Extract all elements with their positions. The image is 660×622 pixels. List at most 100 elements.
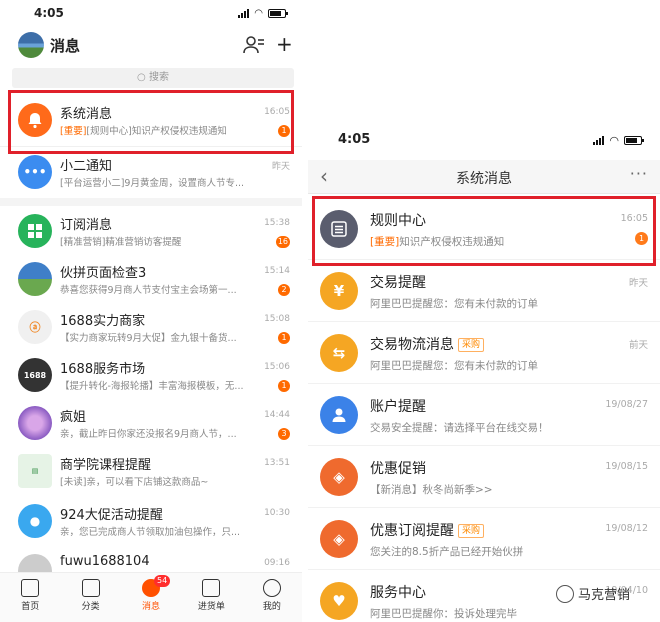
wifi-icon: ◠ bbox=[254, 8, 263, 19]
tab-messages[interactable]: 54 消息 bbox=[121, 573, 181, 622]
conversation-name: 小二通知 bbox=[60, 159, 113, 174]
conversation-time: 15:14 bbox=[264, 266, 290, 276]
profile-icon bbox=[262, 579, 281, 597]
conversation-preview: [精准营销]精准营销访客提醒 bbox=[60, 237, 182, 248]
row-preview: 您关注的8.5折产品已经开始伙拼 bbox=[370, 546, 524, 558]
conversation-row-service-market[interactable]: 1688 1688服务市场 【提升转化-海报轮播】丰富海报模板，无... 15:… bbox=[0, 350, 302, 402]
tab-profile[interactable]: 我的 bbox=[242, 573, 302, 622]
conversation-preview: 恭喜您获得9月商人节支付宝主会场第一... bbox=[60, 285, 237, 296]
row-time: 19/08/12 bbox=[605, 523, 648, 534]
conversation-time: 15:08 bbox=[264, 314, 290, 324]
grid-icon bbox=[18, 214, 52, 248]
conversation-preview: 亲，您已完成商人节领取加油包操作，只... bbox=[60, 527, 241, 538]
course-logo: ▤ bbox=[18, 454, 52, 488]
bottom-tab-bar: 首页 分类 54 消息 进货单 我的 bbox=[0, 572, 302, 622]
landscape-avatar bbox=[18, 262, 52, 296]
conversation-row-xiaoer[interactable]: ••• 小二通知 [平台运营小二]9月黄金周，设置商人节专... 昨天 bbox=[0, 147, 302, 199]
row-time: 19/08/15 bbox=[605, 461, 648, 472]
row-title: 账户提醒 bbox=[370, 399, 426, 415]
conversation-row-strong-merchant[interactable]: ⓐ 1688实力商家 【实力商家玩转9月大促】金九银十备货... 15:08 1 bbox=[0, 302, 302, 354]
row-title: 交易物流消息 采购 bbox=[370, 334, 485, 354]
conversation-preview: [未读]亲，可以看下店铺这款商品~ bbox=[60, 477, 209, 488]
conversation-name: 924大促活动提醒 bbox=[60, 508, 163, 523]
wifi-icon: ◠ bbox=[609, 134, 619, 147]
signal-icon bbox=[238, 9, 250, 18]
conversation-row-huopin[interactable]: 伙拼页面检查3 恭喜您获得9月商人节支付宝主会场第一... 15:14 2 bbox=[0, 254, 302, 306]
conversation-time: 09:16 bbox=[264, 558, 290, 568]
unread-badge: 2 bbox=[278, 284, 290, 296]
messages-header: 消息 + bbox=[0, 30, 302, 64]
user-avatar[interactable] bbox=[18, 32, 44, 58]
battery-icon bbox=[268, 9, 288, 18]
wechat-account-icon bbox=[556, 584, 574, 603]
row-preview: 阿里巴巴提醒您：您有未付款的订单 bbox=[370, 360, 538, 372]
battery-icon bbox=[624, 136, 644, 145]
highlight-frame bbox=[8, 90, 294, 154]
search-input[interactable]: ○ 搜索 bbox=[12, 68, 294, 88]
conversation-preview: 亲，截止昨日你家还没报名9月商人节，... bbox=[60, 429, 237, 440]
conversation-name: 伙拼页面检查3 bbox=[60, 266, 147, 281]
conversation-name: fuwu1688104 bbox=[60, 554, 150, 569]
status-icons: ◠ bbox=[593, 134, 644, 147]
left-phone-screen: 4:05 ◠ 消息 + ○ 搜索 系统消息 [重要][规则中心]知识产权侵权违规… bbox=[0, 0, 302, 622]
conversation-time: 14:44 bbox=[264, 410, 290, 420]
tab-category[interactable]: 分类 bbox=[60, 573, 120, 622]
signal-icon bbox=[593, 136, 605, 145]
row-title: 优惠订阅提醒 采购 bbox=[370, 520, 485, 540]
row-title: 交易提醒 bbox=[370, 275, 426, 291]
price-tag-icon: ◈ bbox=[320, 520, 358, 558]
conversation-name: 订阅消息 bbox=[60, 218, 113, 233]
conversation-row-924-promo[interactable]: ● 924大促活动提醒 亲，您已完成商人节领取加油包操作，只... 10:30 bbox=[0, 496, 302, 548]
system-row-trade-reminder[interactable]: ¥ 交易提醒 阿里巴巴提醒您：您有未付款的订单 昨天 bbox=[308, 260, 660, 322]
system-row-account[interactable]: 账户提醒 交易安全提醒：请选择平台在线交易！ 19/08/27 bbox=[308, 384, 660, 446]
more-icon[interactable]: ··· bbox=[630, 164, 648, 183]
row-time: 昨天 bbox=[628, 278, 648, 289]
contacts-icon[interactable] bbox=[243, 34, 265, 56]
conversation-preview: 【实力商家玩转9月大促】金九银十备货... bbox=[60, 333, 237, 344]
highlight-frame bbox=[312, 196, 656, 266]
category-icon bbox=[81, 579, 100, 597]
purchase-tag: 采购 bbox=[458, 524, 485, 538]
unread-badge: 1 bbox=[278, 380, 290, 392]
conversation-row-subscription[interactable]: 订阅消息 [精准营销]精准营销访客提醒 15:38 16 bbox=[0, 206, 302, 258]
price-tag-icon: ◈ bbox=[320, 458, 358, 496]
row-time: 前天 bbox=[628, 340, 648, 351]
system-row-promo-subscription[interactable]: ◈ 优惠订阅提醒 采购 您关注的8.5折产品已经开始伙拼 19/08/12 bbox=[308, 508, 660, 570]
yen-icon: ¥ bbox=[320, 272, 358, 310]
1688-logo: 1688 bbox=[18, 358, 52, 392]
add-icon[interactable]: + bbox=[276, 34, 293, 54]
status-icons: ◠ bbox=[238, 8, 288, 19]
conversation-name: 1688服务市场 bbox=[60, 362, 146, 377]
page-title: 消息 bbox=[50, 37, 81, 55]
row-title: 优惠促销 bbox=[370, 461, 426, 477]
watermark-text: 马克营销 bbox=[578, 588, 631, 603]
conversation-row-course[interactable]: ▤ 商学院课程提醒 [未读]亲，可以看下店铺这款商品~ 13:51 bbox=[0, 446, 302, 498]
section-divider bbox=[0, 198, 302, 206]
right-phone-screen: 4:05 ◠ ‹ 系统消息 ··· 规则中心 [重要]知识产权侵权违规通知 16… bbox=[308, 124, 660, 622]
exchange-icon: ⇆ bbox=[320, 334, 358, 372]
conversation-time: 15:38 bbox=[264, 218, 290, 228]
flower-avatar bbox=[18, 406, 52, 440]
search-icon: ○ bbox=[137, 72, 146, 83]
conversation-time: 13:51 bbox=[264, 458, 290, 468]
conversation-name: 商学院课程提醒 bbox=[60, 458, 152, 473]
nav-bar: ‹ 系统消息 ··· bbox=[308, 160, 660, 194]
heart-icon: ♥ bbox=[320, 582, 358, 620]
screenshot-stage: 4:05 ◠ 消息 + ○ 搜索 系统消息 [重要][规则中心]知识产权侵权违规… bbox=[0, 0, 660, 622]
conversation-row-fengjie[interactable]: 疯姐 亲，截止昨日你家还没报名9月商人节，... 14:44 3 bbox=[0, 398, 302, 450]
conversation-preview: 【提升转化-海报轮播】丰富海报模板，无... bbox=[60, 381, 244, 392]
system-row-promotion[interactable]: ◈ 优惠促销 【新消息】秋冬尚新季>> 19/08/15 bbox=[308, 446, 660, 508]
conversation-time: 昨天 bbox=[271, 162, 290, 172]
row-preview: 阿里巴巴提醒你：投诉处理完毕 bbox=[370, 608, 517, 620]
unread-badge: 16 bbox=[275, 236, 290, 248]
alibaba-logo: ⓐ bbox=[18, 310, 52, 344]
row-preview: 【新消息】秋冬尚新季>> bbox=[370, 484, 493, 496]
row-preview: 交易安全提醒：请选择平台在线交易！ bbox=[370, 422, 549, 434]
status-bar: 4:05 ◠ bbox=[0, 0, 302, 28]
tab-home[interactable]: 首页 bbox=[0, 573, 60, 622]
chat-icon: ••• bbox=[18, 155, 52, 189]
tab-order-list[interactable]: 进货单 bbox=[181, 573, 241, 622]
conversation-time: 15:06 bbox=[264, 362, 290, 372]
row-preview: 阿里巴巴提醒您：您有未付款的订单 bbox=[370, 298, 538, 310]
system-row-logistics[interactable]: ⇆ 交易物流消息 采购 阿里巴巴提醒您：您有未付款的订单 前天 bbox=[308, 322, 660, 384]
